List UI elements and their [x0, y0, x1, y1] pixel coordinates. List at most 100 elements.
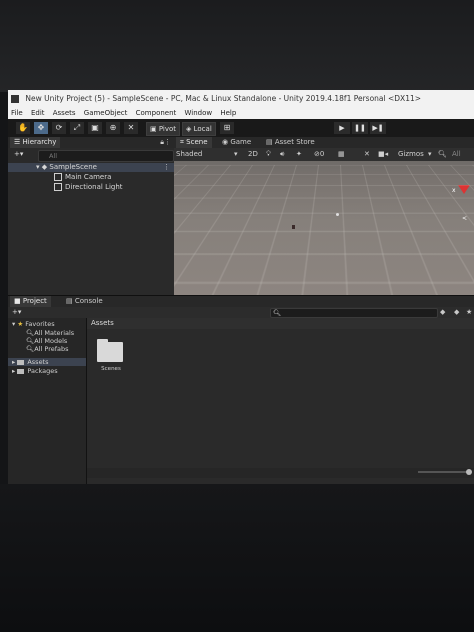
hierarchy-item[interactable]: Main Camera — [54, 173, 111, 182]
zoom-slider-handle[interactable] — [466, 469, 472, 475]
favorites-label: Favorites — [25, 320, 55, 328]
tree-item-packages[interactable]: ▸ Packages — [12, 367, 58, 375]
play-icon: ▶ — [339, 124, 345, 132]
scene-tab-label: Scene — [186, 138, 208, 146]
project-search-input[interactable]: 🔍︎ — [270, 308, 438, 318]
move-tool-icon[interactable]: ✥ — [34, 122, 48, 134]
folder-tab-icon: ■ — [14, 297, 23, 305]
folder-icon — [97, 339, 123, 362]
visibility-toggle-icon[interactable]: ⊘0 — [314, 148, 324, 161]
orientation-gizmo-icon[interactable] — [458, 185, 470, 194]
folder-icon — [17, 368, 25, 374]
hierarchy-icon: ☰ — [14, 138, 23, 146]
tree-item-label: Assets — [27, 358, 49, 366]
menu-edit[interactable]: Edit — [31, 109, 45, 117]
expand-arrow-icon: ▾ — [36, 163, 40, 171]
local-toggle[interactable]: ◈ Local — [182, 122, 216, 136]
favorite-item[interactable]: 🔍︎All Models — [26, 337, 67, 345]
scene-row[interactable]: ▾ ◆ SampleScene ⋮ — [8, 163, 174, 172]
hierarchy-panel: ☰ Hierarchy 🔒︎ ⋮ +▾ All ▾ ◆ SampleScene … — [8, 137, 175, 295]
chevron-down-icon: ▾ — [234, 150, 238, 158]
filter-label-icon[interactable]: ◆ — [454, 307, 459, 318]
menu-component[interactable]: Component — [136, 109, 177, 117]
tab-scene[interactable]: ⌗ Scene — [176, 137, 212, 148]
menu-window[interactable]: Window — [185, 109, 213, 117]
menu-assets[interactable]: Assets — [53, 109, 76, 117]
light-gizmo[interactable] — [336, 213, 339, 216]
scene-viewport[interactable]: x < — [174, 161, 474, 295]
tools-icon[interactable]: ✕ — [364, 148, 370, 161]
filter-type-icon[interactable]: ◆ — [440, 307, 445, 318]
pause-button[interactable]: ❚❚ — [352, 122, 368, 134]
gameobject-cube-icon — [54, 183, 62, 191]
scene-menu-icon[interactable]: ⋮ — [163, 163, 170, 172]
hierarchy-search-input[interactable]: All — [38, 150, 174, 162]
hierarchy-item-label: Main Camera — [65, 173, 112, 181]
tab-game[interactable]: ◉ Game — [218, 137, 255, 148]
effects-toggle-icon[interactable]: ✦ — [296, 148, 302, 161]
room-background-bottom — [0, 484, 474, 632]
mode-2d-toggle[interactable]: 2D — [248, 148, 258, 161]
menu-gameobject[interactable]: GameObject — [84, 109, 128, 117]
console-tab-label: Console — [74, 297, 103, 305]
favorite-item[interactable]: 🔍︎All Prefabs — [26, 345, 69, 353]
panel-menu-icon[interactable]: ⋮ — [164, 137, 171, 148]
asset-store-label: Asset Store — [274, 138, 315, 146]
hand-tool-icon[interactable]: ✋ — [16, 122, 30, 134]
favorite-star-icon[interactable]: ★ — [466, 307, 472, 318]
favorites-row[interactable]: ▾ ★ Favorites — [12, 320, 55, 328]
light-toggle-icon[interactable]: 💡︎ — [266, 148, 271, 161]
project-tree: ▾ ★ Favorites 🔍︎All Materials 🔍︎All Mode… — [8, 318, 87, 484]
tab-asset-store[interactable]: ▤ Asset Store — [262, 137, 319, 148]
hierarchy-add-button[interactable]: +▾ — [14, 150, 23, 158]
scene-panel: ⌗ Scene ◉ Game ▤ Asset Store Shaded ▾ 2D… — [174, 137, 474, 295]
step-button[interactable]: ▶❚ — [370, 122, 386, 134]
transform-tool-icon[interactable]: ⊕ — [106, 122, 120, 134]
local-label: Local — [193, 125, 212, 133]
asset-item-label: Scenes — [101, 366, 121, 372]
scene-grid — [174, 161, 474, 165]
room-background-top — [0, 0, 474, 92]
pivot-icon: ▣ — [150, 125, 157, 133]
rotate-tool-icon[interactable]: ⟳ — [52, 122, 66, 134]
local-icon: ◈ — [186, 125, 192, 133]
favorite-label: All Materials — [34, 329, 75, 337]
scene-search-input[interactable]: All — [452, 148, 461, 161]
expand-arrow-icon: ▸ — [12, 358, 16, 366]
game-tab-label: Game — [230, 138, 252, 146]
camera-settings-icon[interactable]: ■◂ — [378, 148, 388, 161]
menu-file[interactable]: File — [11, 109, 23, 117]
menu-help[interactable]: Help — [220, 109, 236, 117]
tree-item-label: Packages — [27, 367, 58, 375]
zoom-slider[interactable] — [418, 471, 468, 473]
scene-search-icon: 🔍︎ — [438, 150, 447, 158]
gizmos-dropdown[interactable]: Gizmos — [398, 148, 424, 161]
gameobject-cube-icon — [54, 173, 62, 181]
pivot-label: Pivot — [158, 125, 177, 133]
custom-tool-icon[interactable]: ✕ — [124, 122, 138, 134]
project-add-button[interactable]: +▾ — [12, 307, 21, 318]
tab-console[interactable]: ▤ Console — [62, 296, 107, 307]
play-button[interactable]: ▶ — [334, 122, 350, 134]
console-tab-icon: ▤ — [66, 297, 75, 305]
project-footer — [87, 468, 474, 478]
expand-arrow-icon: ▾ — [12, 320, 16, 328]
unity-logo-icon — [11, 95, 19, 103]
monitor-screen: New Unity Project (5) - SampleScene - PC… — [8, 90, 474, 484]
scale-tool-icon[interactable]: ⤢ — [70, 122, 84, 134]
tab-hierarchy[interactable]: ☰ Hierarchy — [10, 137, 61, 148]
grid-snap-icon[interactable]: ⊞ — [220, 122, 234, 134]
breadcrumb[interactable]: Assets — [87, 318, 474, 329]
tab-project[interactable]: ■ Project — [10, 296, 51, 307]
gizmos-chevron-icon: ▾ — [428, 150, 432, 158]
grid-toggle-icon[interactable]: ▦ — [338, 148, 345, 161]
tree-item-assets[interactable]: ▸ Assets — [8, 358, 86, 366]
camera-gizmo[interactable] — [292, 225, 295, 229]
favorite-item[interactable]: 🔍︎All Materials — [26, 329, 74, 337]
scene-toolbar: Shaded ▾ 2D 💡︎ 🔊︎ ✦ ⊘0 ▦ ✕ ■◂ Gizmos ▾ 🔍… — [174, 148, 474, 161]
rect-tool-icon[interactable]: ▣ — [88, 122, 102, 134]
shading-mode-dropdown[interactable]: Shaded — [176, 148, 202, 161]
hierarchy-item[interactable]: Directional Light — [54, 183, 123, 192]
pivot-toggle[interactable]: ▣ Pivot — [146, 122, 181, 136]
audio-toggle-icon[interactable]: 🔊︎ — [280, 148, 284, 161]
